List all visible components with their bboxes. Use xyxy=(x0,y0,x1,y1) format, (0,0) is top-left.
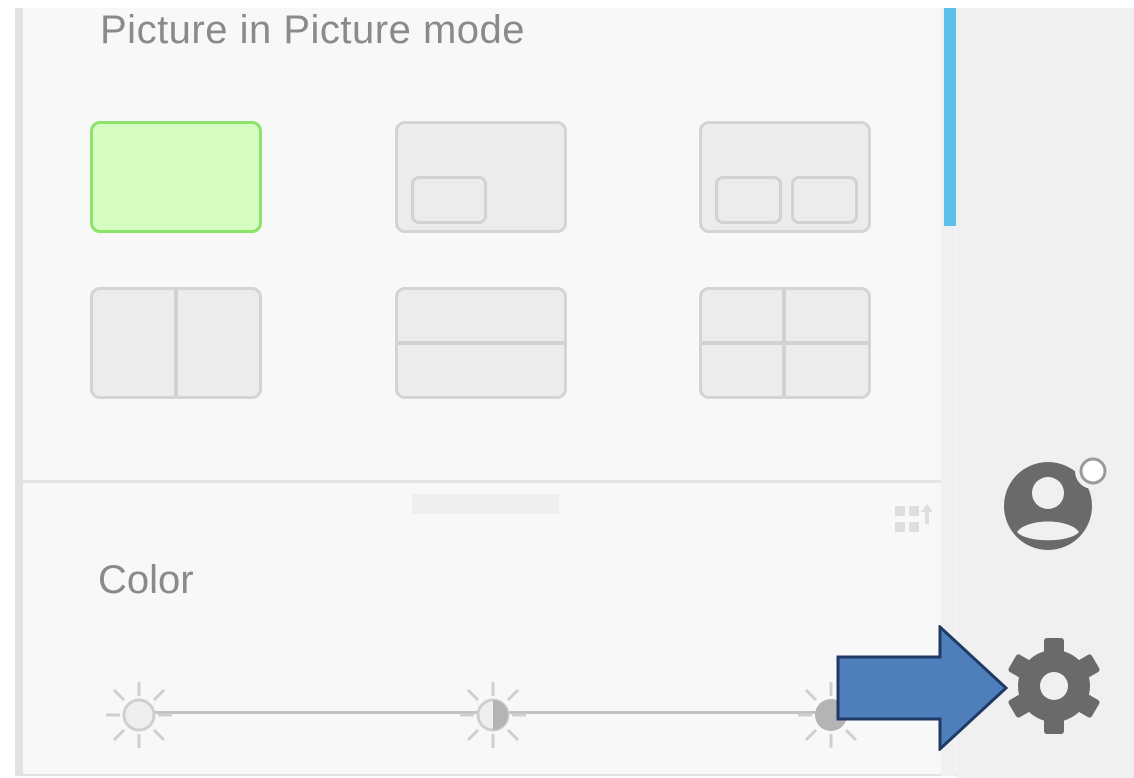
quad-divider-horizontal xyxy=(702,341,868,345)
gear-icon[interactable] xyxy=(1004,636,1104,736)
pip-layout-split-vertical[interactable] xyxy=(90,287,262,399)
dock-icon[interactable] xyxy=(893,500,937,538)
color-section-title: Color xyxy=(98,558,194,602)
split-divider xyxy=(174,290,178,396)
inset-window xyxy=(411,176,487,224)
pip-layout-two-inset[interactable] xyxy=(699,121,871,233)
pip-mode-title: Picture in Picture mode xyxy=(100,8,526,52)
pip-layout-one-inset[interactable] xyxy=(395,121,567,233)
split-divider xyxy=(398,341,564,345)
sun-light-icon[interactable] xyxy=(102,678,176,752)
drag-handle[interactable] xyxy=(412,494,559,514)
person-icon[interactable] xyxy=(1002,450,1114,554)
pip-layout-quad[interactable] xyxy=(699,287,871,399)
sun-half-icon[interactable] xyxy=(456,678,530,752)
scrollbar-thumb[interactable] xyxy=(944,8,956,226)
section-divider xyxy=(23,480,941,483)
pip-layout-split-horizontal[interactable] xyxy=(395,287,567,399)
callout-arrow xyxy=(836,625,1009,751)
inset-window-left xyxy=(715,176,782,224)
pip-layout-single[interactable] xyxy=(90,121,262,233)
inset-window-right xyxy=(791,176,858,224)
